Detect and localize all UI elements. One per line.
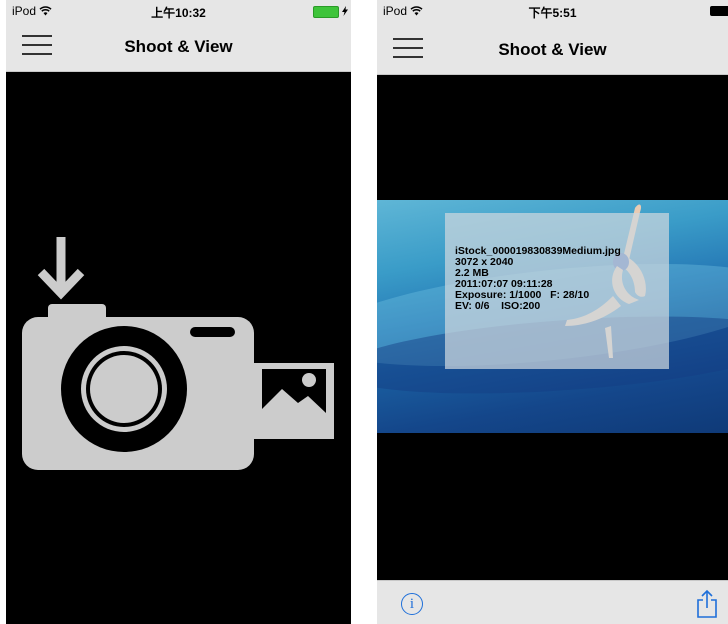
photo-info-panel: iStock_000019830839Medium.jpg 3072 x 204… [445, 213, 669, 369]
nav-bar: Shoot & View [377, 22, 728, 75]
battery-icon [313, 6, 339, 18]
status-bar: iPod 下午5:51 [377, 0, 728, 22]
nav-title: Shoot & View [498, 40, 607, 59]
photo-info-text: iStock_000019830839Medium.jpg 3072 x 204… [455, 246, 621, 312]
nav-bar: Shoot & View [6, 22, 351, 72]
share-icon[interactable] [695, 589, 719, 619]
charging-bolt-icon [342, 6, 348, 16]
bottom-toolbar: i [377, 580, 728, 624]
photo-thumbnail-icon [254, 363, 334, 439]
battery-icon [710, 6, 728, 16]
status-bar: iPod 上午10:32 [6, 0, 351, 22]
nav-title: Shoot & View [124, 37, 233, 56]
status-time: 下午5:51 [528, 6, 577, 20]
photo-image[interactable]: iStock_000019830839Medium.jpg 3072 x 204… [377, 200, 728, 433]
camera-screen: iPod 上午10:32 Shoot & View [6, 0, 351, 624]
info-icon[interactable]: i [401, 593, 423, 615]
status-time: 上午10:32 [151, 6, 206, 20]
camera-illustration-icon [22, 237, 334, 470]
photo-viewer-screen: iPod 下午5:51 Shoot & View iStock_00001983… [377, 0, 728, 624]
download-arrow-icon [37, 237, 85, 300]
photo-ev-iso: EV: 0/6 ISO:200 [455, 300, 541, 312]
